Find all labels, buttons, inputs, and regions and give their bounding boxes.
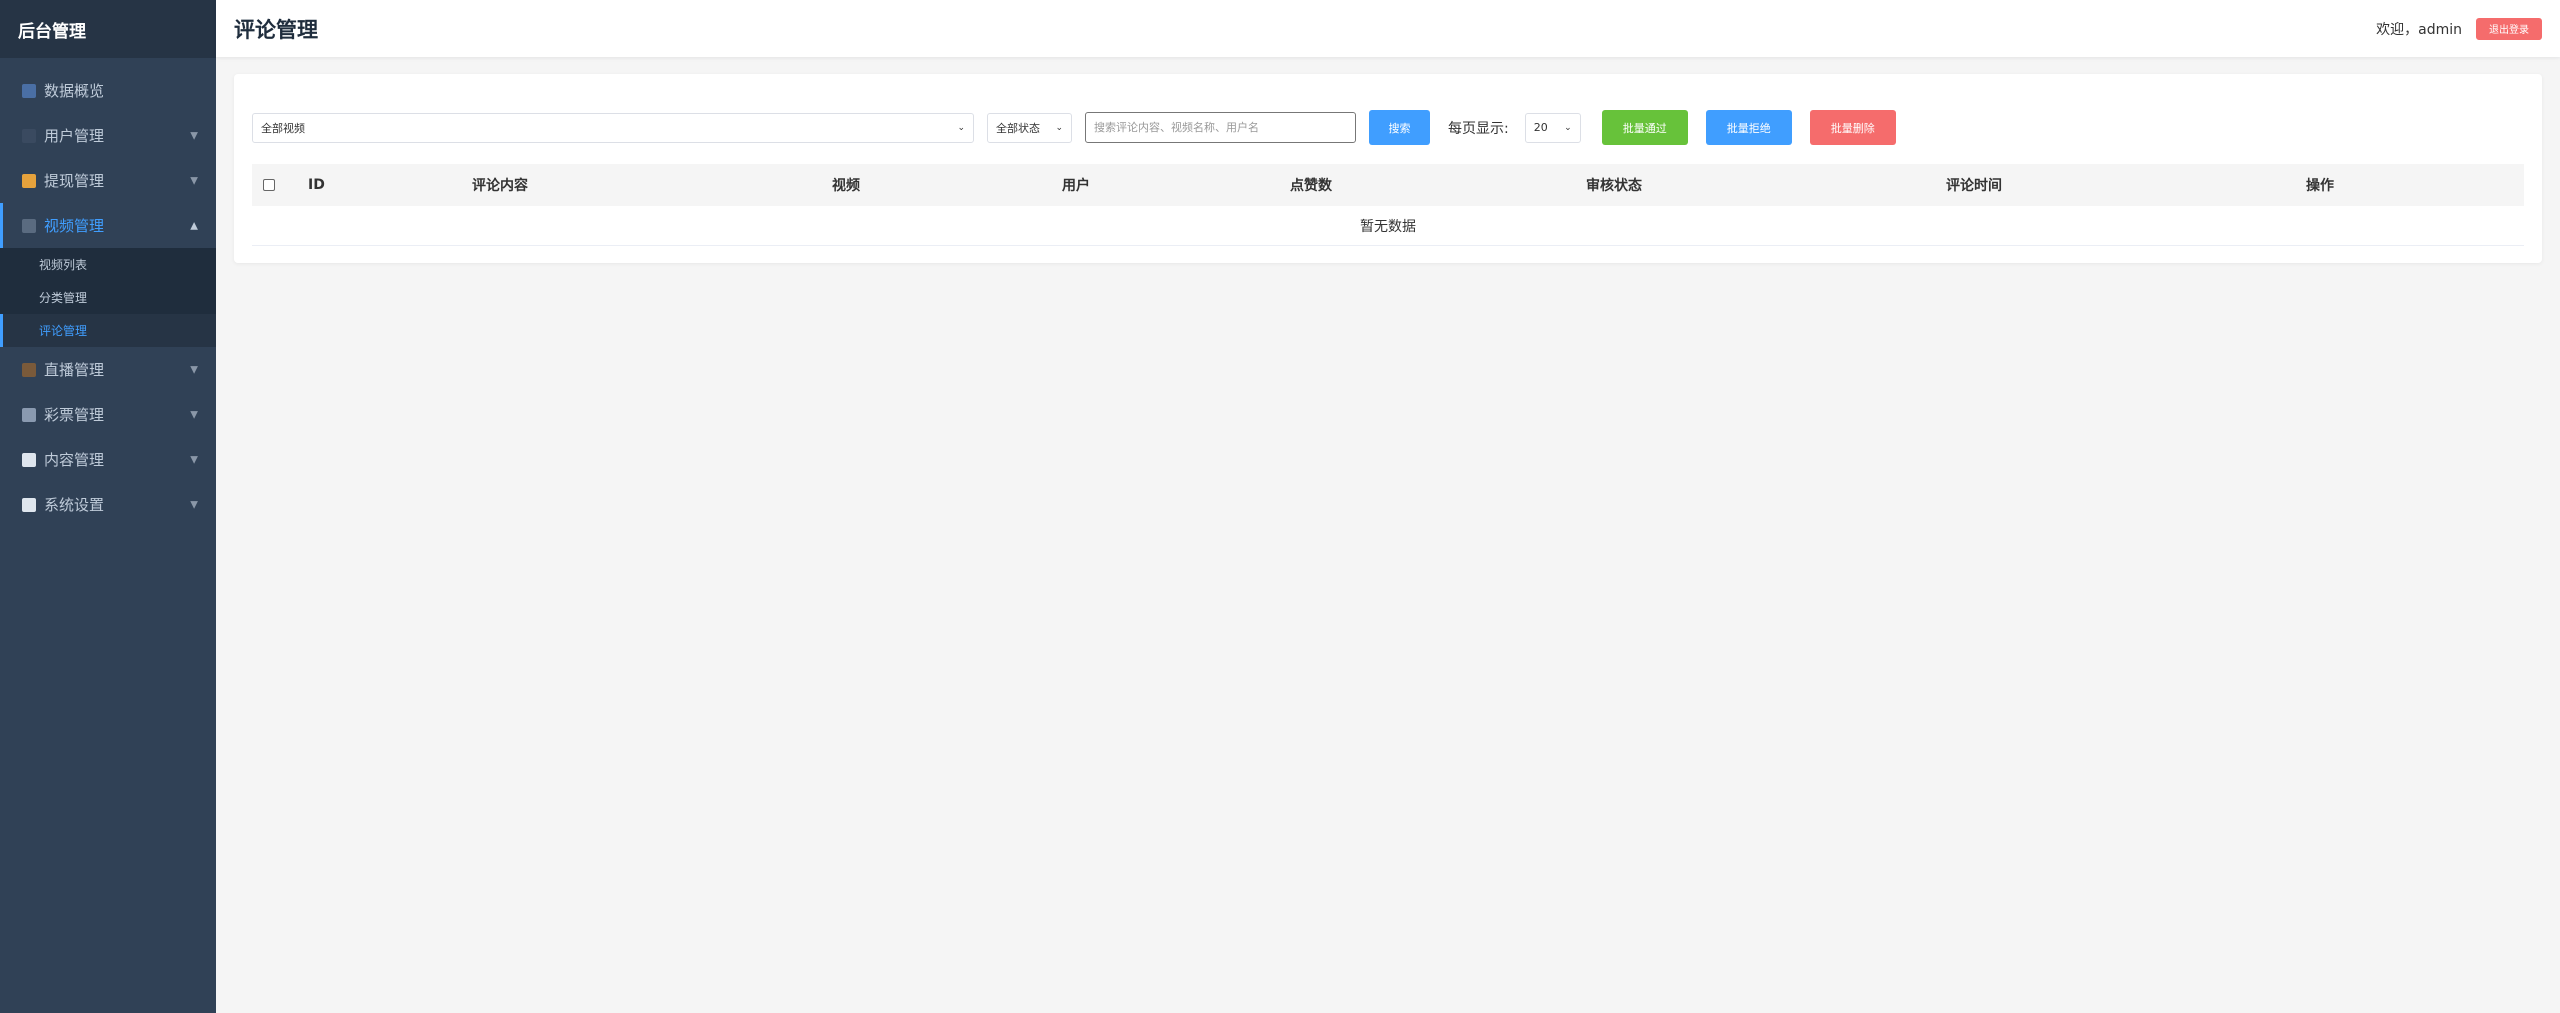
submenu-item-comments[interactable]: 评论管理	[0, 314, 216, 347]
column-header-likes[interactable]: 点赞数	[1290, 164, 1332, 206]
batch-reject-button[interactable]: 批量拒绝	[1705, 110, 1792, 145]
column-header-user[interactable]: 用户	[1062, 164, 1090, 206]
comments-table: ID 评论内容 视频 用户 点赞数 审核状态 评论时间 操作 暂无数据	[252, 164, 2524, 246]
sidebar-item-label: 提现管理	[44, 172, 105, 190]
column-header-video[interactable]: 视频	[832, 164, 860, 206]
empty-text: 暂无数据	[1360, 218, 1416, 235]
comments-card: 全部视频 ⌄ 全部状态 ⌄ 搜索 每页显示: 20 ⌄ 批量通过 批量拒绝 批量…	[234, 74, 2542, 263]
chevron-down-icon: ▼	[190, 499, 198, 510]
chevron-down-icon: ▼	[190, 364, 198, 375]
welcome-text: 欢迎，admin	[2376, 21, 2462, 38]
sidebar-menu: 数据概览 用户管理 ▼ 提现管理 ▼ 视频管理 ▲ 视频列表 分类管理 评论管理…	[0, 58, 216, 527]
lottery-icon	[22, 407, 36, 422]
sidebar-item-content[interactable]: 内容管理 ▼	[0, 437, 216, 482]
select-all-checkbox[interactable]	[263, 179, 275, 191]
sidebar-item-withdraw[interactable]: 提现管理 ▼	[0, 158, 216, 203]
page-title: 评论管理	[234, 17, 318, 42]
gear-icon	[22, 497, 36, 512]
video-filter-select[interactable]: 全部视频 ⌄	[252, 112, 974, 143]
batch-approve-button[interactable]: 批量通过	[1601, 110, 1688, 145]
per-page-value: 20	[1533, 121, 1548, 134]
column-header-id[interactable]: ID	[308, 164, 325, 206]
search-button[interactable]: 搜索	[1369, 110, 1430, 145]
document-icon	[22, 452, 36, 467]
per-page-select[interactable]: 20 ⌄	[1524, 112, 1581, 143]
submenu-item-categories[interactable]: 分类管理	[0, 281, 216, 314]
sidebar-item-lottery[interactable]: 彩票管理 ▼	[0, 392, 216, 437]
table-header: ID 评论内容 视频 用户 点赞数 审核状态 评论时间 操作	[252, 164, 2524, 206]
brand-title: 后台管理	[0, 0, 216, 58]
sidebar-item-live[interactable]: 直播管理 ▼	[0, 347, 216, 392]
chevron-down-icon: ⌄	[1564, 122, 1572, 133]
sidebar-item-videos[interactable]: 视频管理 ▲	[0, 203, 216, 248]
column-header-review-status[interactable]: 审核状态	[1586, 164, 1642, 206]
column-header-content[interactable]: 评论内容	[472, 164, 528, 206]
video-submenu: 视频列表 分类管理 评论管理	[0, 248, 216, 347]
chevron-down-icon: ▼	[190, 409, 198, 420]
status-filter-select[interactable]: 全部状态 ⌄	[987, 112, 1072, 143]
sidebar-item-label: 内容管理	[44, 451, 105, 469]
status-filter-value: 全部状态	[996, 121, 1040, 135]
filter-toolbar: 全部视频 ⌄ 全部状态 ⌄ 搜索 每页显示: 20 ⌄ 批量通过 批量拒绝 批量…	[252, 110, 1896, 145]
chevron-up-icon: ▲	[190, 220, 198, 231]
select-all-cell	[263, 164, 275, 206]
chevron-down-icon: ▼	[190, 454, 198, 465]
search-input[interactable]	[1085, 112, 1356, 143]
column-header-comment-time[interactable]: 评论时间	[1946, 164, 2002, 206]
sidebar-item-settings[interactable]: 系统设置 ▼	[0, 482, 216, 527]
sidebar: 后台管理 数据概览 用户管理 ▼ 提现管理 ▼ 视频管理 ▲ 视频列表 分类管理…	[0, 0, 216, 1013]
sidebar-item-label: 系统设置	[44, 496, 105, 514]
batch-delete-button[interactable]: 批量删除	[1809, 110, 1896, 145]
sidebar-item-dashboard[interactable]: 数据概览	[0, 68, 216, 113]
sidebar-item-label: 直播管理	[44, 361, 105, 379]
chevron-down-icon: ⌄	[1055, 122, 1063, 133]
sidebar-item-label: 视频管理	[44, 217, 105, 235]
chevron-down-icon: ▼	[190, 130, 198, 141]
sidebar-item-label: 用户管理	[44, 127, 105, 145]
per-page-label: 每页显示:	[1448, 120, 1509, 137]
money-bag-icon	[22, 173, 36, 188]
header-user-area: 欢迎，admin 退出登录	[2376, 0, 2542, 57]
column-header-actions: 操作	[2306, 178, 2334, 194]
tv-icon	[22, 362, 36, 377]
chevron-down-icon: ⌄	[957, 122, 965, 133]
top-header: 评论管理 欢迎，admin 退出登录	[216, 0, 2560, 57]
sidebar-item-label: 数据概览	[44, 82, 105, 100]
sidebar-item-users[interactable]: 用户管理 ▼	[0, 113, 216, 158]
sidebar-item-label: 彩票管理	[44, 406, 105, 424]
video-filter-value: 全部视频	[261, 121, 305, 135]
user-icon	[22, 128, 36, 143]
logout-button[interactable]: 退出登录	[2476, 17, 2542, 40]
empty-row: 暂无数据	[252, 206, 2524, 246]
chevron-down-icon: ▼	[190, 175, 198, 186]
film-icon	[22, 218, 36, 233]
chart-icon	[22, 83, 36, 98]
submenu-item-video-list[interactable]: 视频列表	[0, 248, 216, 281]
